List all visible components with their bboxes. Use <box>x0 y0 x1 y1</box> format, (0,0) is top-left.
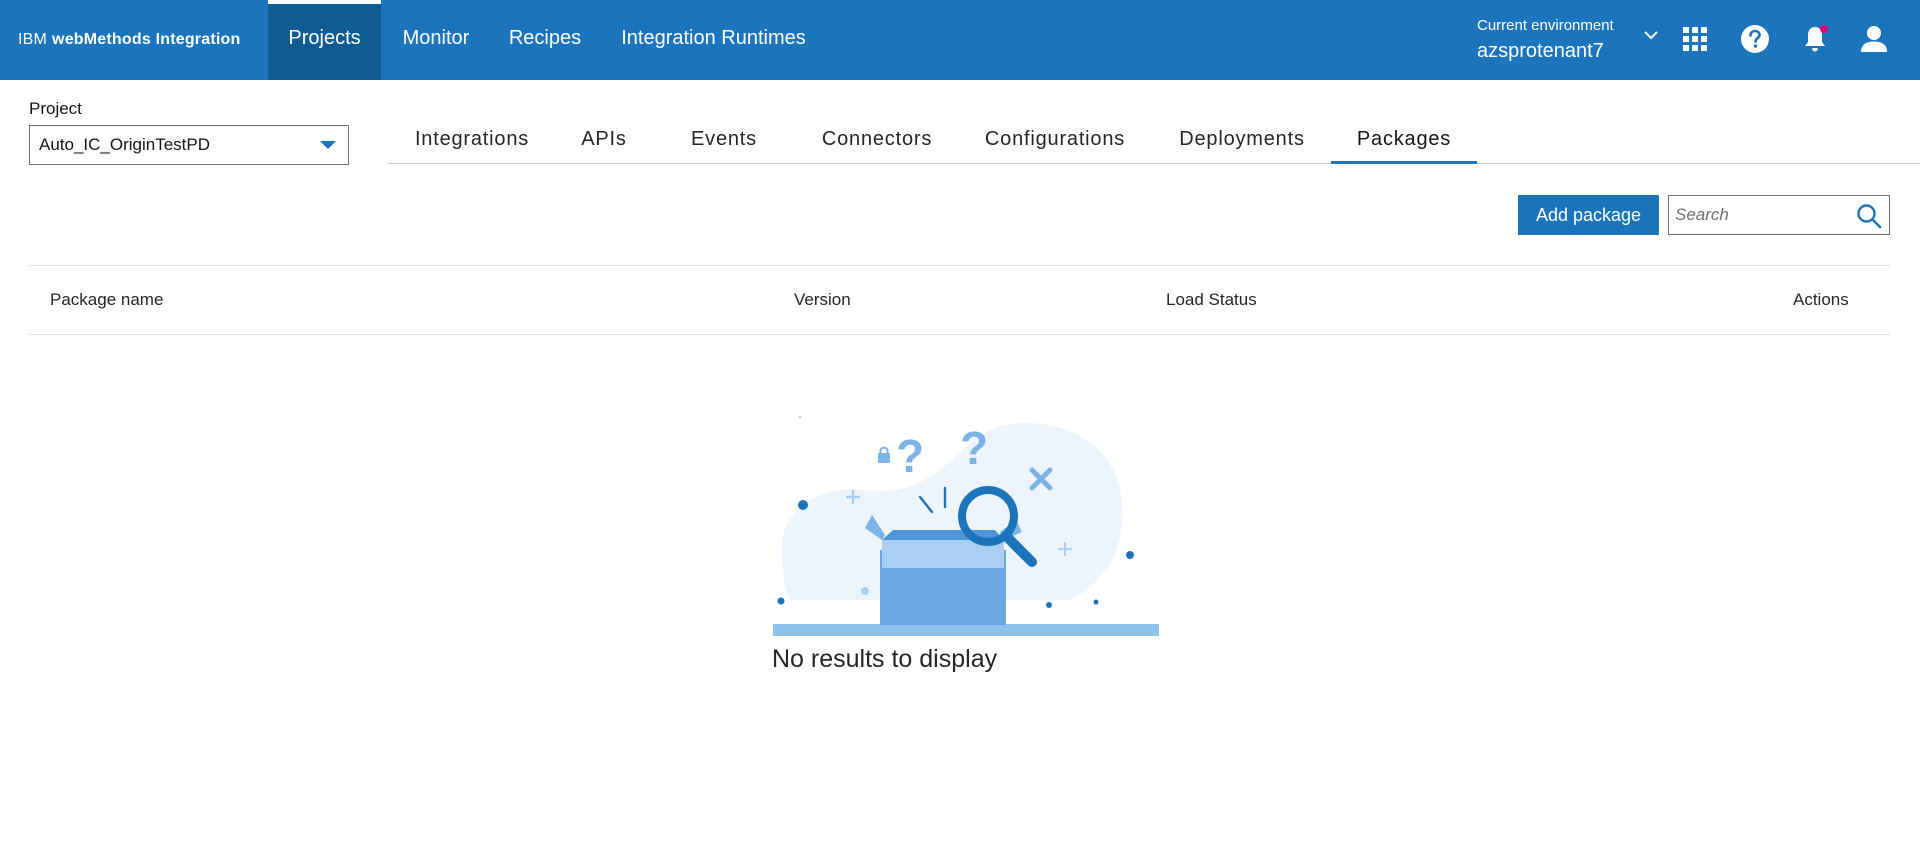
user-icon[interactable] <box>1857 22 1891 56</box>
column-header-version[interactable]: Version <box>794 290 851 310</box>
caret-down-icon <box>320 141 336 149</box>
tab-packages[interactable]: Packages <box>1331 118 1477 164</box>
table-header-bottom-border <box>29 334 1890 335</box>
column-header-actions: Actions <box>1793 290 1849 309</box>
search-input[interactable] <box>1669 196 1849 234</box>
nav-integration-runtimes[interactable]: Integration Runtimes <box>612 0 815 80</box>
tab-deployments[interactable]: Deployments <box>1170 118 1314 164</box>
brand-name: webMethods Integration <box>52 31 241 48</box>
notification-icon[interactable] <box>1798 22 1832 56</box>
column-header-load-status[interactable]: Load Status <box>1166 290 1257 310</box>
tab-configurations[interactable]: Configurations <box>976 118 1134 164</box>
environment-selector[interactable]: Current environment azsprotenant7 <box>1477 16 1637 64</box>
nav-monitor[interactable]: Monitor <box>392 0 480 80</box>
table-top-border <box>29 265 1890 266</box>
svg-text:?: ? <box>960 422 988 474</box>
environment-label: Current environment <box>1477 17 1614 34</box>
help-icon[interactable] <box>1738 22 1772 56</box>
add-package-button[interactable]: Add package <box>1518 195 1659 235</box>
search-box <box>1668 195 1890 235</box>
product-brand[interactable]: IBM webMethods Integration <box>18 0 240 80</box>
tab-events[interactable]: Events <box>684 118 764 164</box>
column-header-package-name[interactable]: Package name <box>50 290 163 310</box>
chevron-down-icon[interactable] <box>1642 26 1660 44</box>
project-label: Project <box>29 99 82 118</box>
nav-projects[interactable]: Projects <box>268 0 381 80</box>
brand-prefix: IBM <box>18 31 48 48</box>
environment-value: azsprotenant7 <box>1477 40 1604 62</box>
empty-state-illustration: ? ? <box>770 410 1162 640</box>
nav-recipes[interactable]: Recipes <box>500 0 590 80</box>
app-switcher-icon[interactable] <box>1678 22 1712 56</box>
search-icon[interactable] <box>1855 202 1883 230</box>
empty-state-message: No results to display <box>772 645 998 673</box>
svg-text:?: ? <box>896 430 924 482</box>
project-selected-value: Auto_IC_OriginTestPD <box>39 135 211 154</box>
project-dropdown[interactable]: Auto_IC_OriginTestPD <box>29 125 349 165</box>
tab-integrations[interactable]: Integrations <box>408 118 536 164</box>
tab-apis[interactable]: APIs <box>570 118 638 164</box>
tab-connectors[interactable]: Connectors <box>812 118 942 164</box>
top-navigation-bar: IBM webMethods Integration Projects Monit… <box>0 0 1920 80</box>
